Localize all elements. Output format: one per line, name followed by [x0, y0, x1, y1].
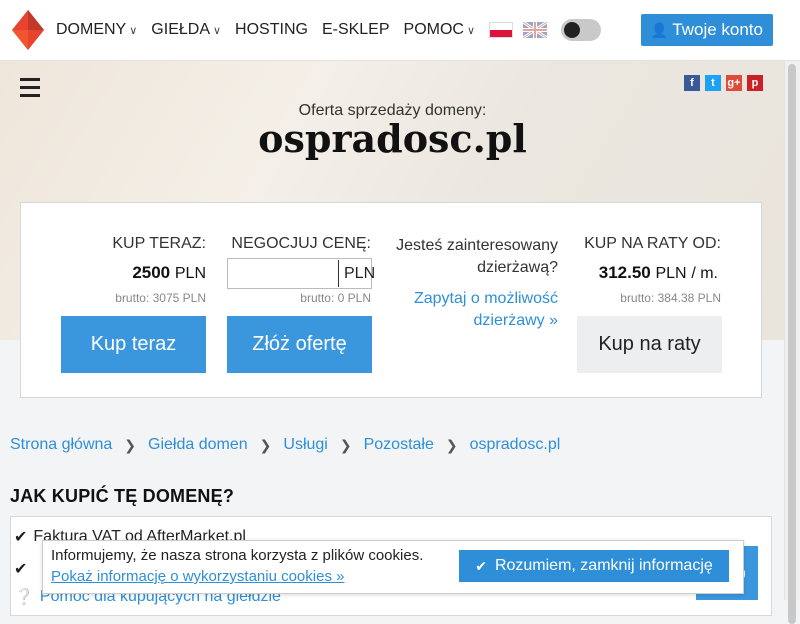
account-button[interactable]: 👤 Twoje konto [640, 14, 773, 46]
top-navigation: DOMENY ∨ GIEŁDA ∨ HOSTING E-SKLEP POMOC ∨ 👤… [0, 0, 800, 61]
chevron-right-icon: ❯ [339, 436, 352, 453]
breadcrumb-domain[interactable]: ospradosc.pl [470, 436, 561, 454]
nav-pomoc[interactable]: POMOC ∨ [404, 21, 476, 39]
toggle-knob [564, 22, 581, 38]
hamburger-menu-icon[interactable] [20, 78, 40, 102]
buy-now-currency: PLN [174, 265, 206, 282]
domain-title: ospradosc.pl [258, 116, 527, 161]
nav-e-sklep-label: E-SKLEP [321, 21, 390, 38]
facebook-icon[interactable]: f [684, 75, 700, 91]
english-flag-icon[interactable] [523, 22, 548, 38]
cookie-accept-button[interactable]: ✔ Rozumiem, zamknij informację [459, 550, 729, 582]
scrollbar-thumb[interactable] [788, 64, 796, 624]
nav-gielda[interactable]: GIEŁDA ∨ [151, 21, 221, 39]
installments-price: 312.50 PLN / m. [599, 263, 718, 283]
chevron-down-icon: ∨ [212, 24, 222, 37]
chevron-down-icon: ∨ [129, 24, 138, 37]
cookie-accept-label: Rozumiem, zamknij informację [494, 557, 713, 574]
breadcrumb-home[interactable]: Strona główna [10, 436, 112, 454]
social-share: f t g+ p [684, 75, 763, 91]
breadcrumb-pozostale[interactable]: Pozostałe [364, 436, 434, 454]
nav-hosting-label: HOSTING [235, 21, 308, 38]
chevron-right-icon: ❯ [445, 436, 458, 453]
nav-pomoc-label: POMOC [403, 21, 464, 38]
theme-toggle[interactable] [561, 19, 602, 41]
negotiate-heading: NEGOCJUJ CENĘ: [231, 235, 371, 252]
checkmark-icon: ✔ [14, 561, 28, 578]
nav-domeny-label: DOMENY [56, 21, 127, 38]
chevron-down-icon: ∨ [466, 24, 476, 37]
nav-hosting[interactable]: HOSTING [235, 21, 308, 39]
checkmark-icon: ✔ [475, 557, 487, 574]
offer-price-field: PLN [227, 258, 376, 289]
purchase-card: KUP TERAZ: 2500 PLN brutto: 3075 PLN Kup… [20, 202, 762, 398]
cookie-banner: Informujemy, że nasza strona korzysta z … [42, 540, 744, 594]
page-scrollbar[interactable] [784, 60, 800, 624]
installments-period: / m. [691, 265, 718, 282]
breadcrumb: Strona główna ❯ Giełda domen ❯ Usługi ❯ … [10, 436, 560, 454]
offer-price-input[interactable] [228, 260, 339, 287]
chevron-right-icon: ❯ [124, 436, 137, 453]
polish-flag-icon[interactable] [489, 22, 514, 38]
buy-installments-button[interactable]: Kup na raty [577, 316, 722, 373]
aftermarket-logo[interactable] [10, 8, 46, 52]
twitter-icon[interactable]: t [705, 75, 721, 91]
installments-currency: PLN [655, 265, 687, 282]
buy-now-button[interactable]: Kup teraz [61, 316, 206, 373]
nav-e-sklep[interactable]: E-SKLEP [322, 21, 390, 39]
buy-now-heading: KUP TERAZ: [112, 235, 206, 252]
pinterest-icon[interactable]: p [747, 75, 763, 91]
checkmark-icon: ✔ [14, 529, 28, 546]
nav-domeny[interactable]: DOMENY ∨ [56, 21, 137, 39]
installments-brutto: brutto: 384.38 PLN [620, 291, 721, 305]
submit-offer-button[interactable]: Złóż ofertę [227, 316, 372, 373]
buy-now-price-value: 2500 [132, 263, 171, 282]
google-plus-icon[interactable]: g+ [726, 75, 742, 91]
user-icon: 👤 [650, 21, 669, 38]
breadcrumb-uslugi[interactable]: Usługi [283, 436, 327, 454]
buy-now-brutto: brutto: 3075 PLN [115, 291, 206, 305]
installments-heading: KUP NA RATY OD: [584, 235, 721, 252]
account-label: Twoje konto [672, 20, 763, 39]
offer-currency: PLN [344, 264, 376, 282]
breadcrumb-gielda-domen[interactable]: Giełda domen [148, 436, 248, 454]
chevron-right-icon: ❯ [259, 436, 272, 453]
lease-inquiry-link[interactable]: Zapytaj o możliwość dzierżawy » [386, 288, 558, 332]
nav-gielda-label: GIEŁDA [151, 21, 210, 38]
cookie-info-link[interactable]: Pokaż informację o wykorzystaniu cookies… [51, 568, 344, 585]
negotiate-brutto: brutto: 0 PLN [300, 291, 371, 305]
main-menu: DOMENY ∨ GIEŁDA ∨ HOSTING E-SKLEP POMOC ∨ [56, 0, 602, 60]
lease-question: Jesteś zainteresowany dzierżawą? [396, 237, 558, 276]
cookie-message: Informujemy, że nasza strona korzysta z … [51, 547, 424, 564]
installments-price-value: 312.50 [598, 263, 651, 282]
step-hidden: ✔ [14, 559, 33, 579]
help-circle-icon: ❔ [14, 589, 34, 606]
buy-now-price: 2500 PLN [132, 263, 206, 283]
how-to-buy-title: JAK KUPIĆ TĘ DOMENĘ? [10, 486, 235, 506]
